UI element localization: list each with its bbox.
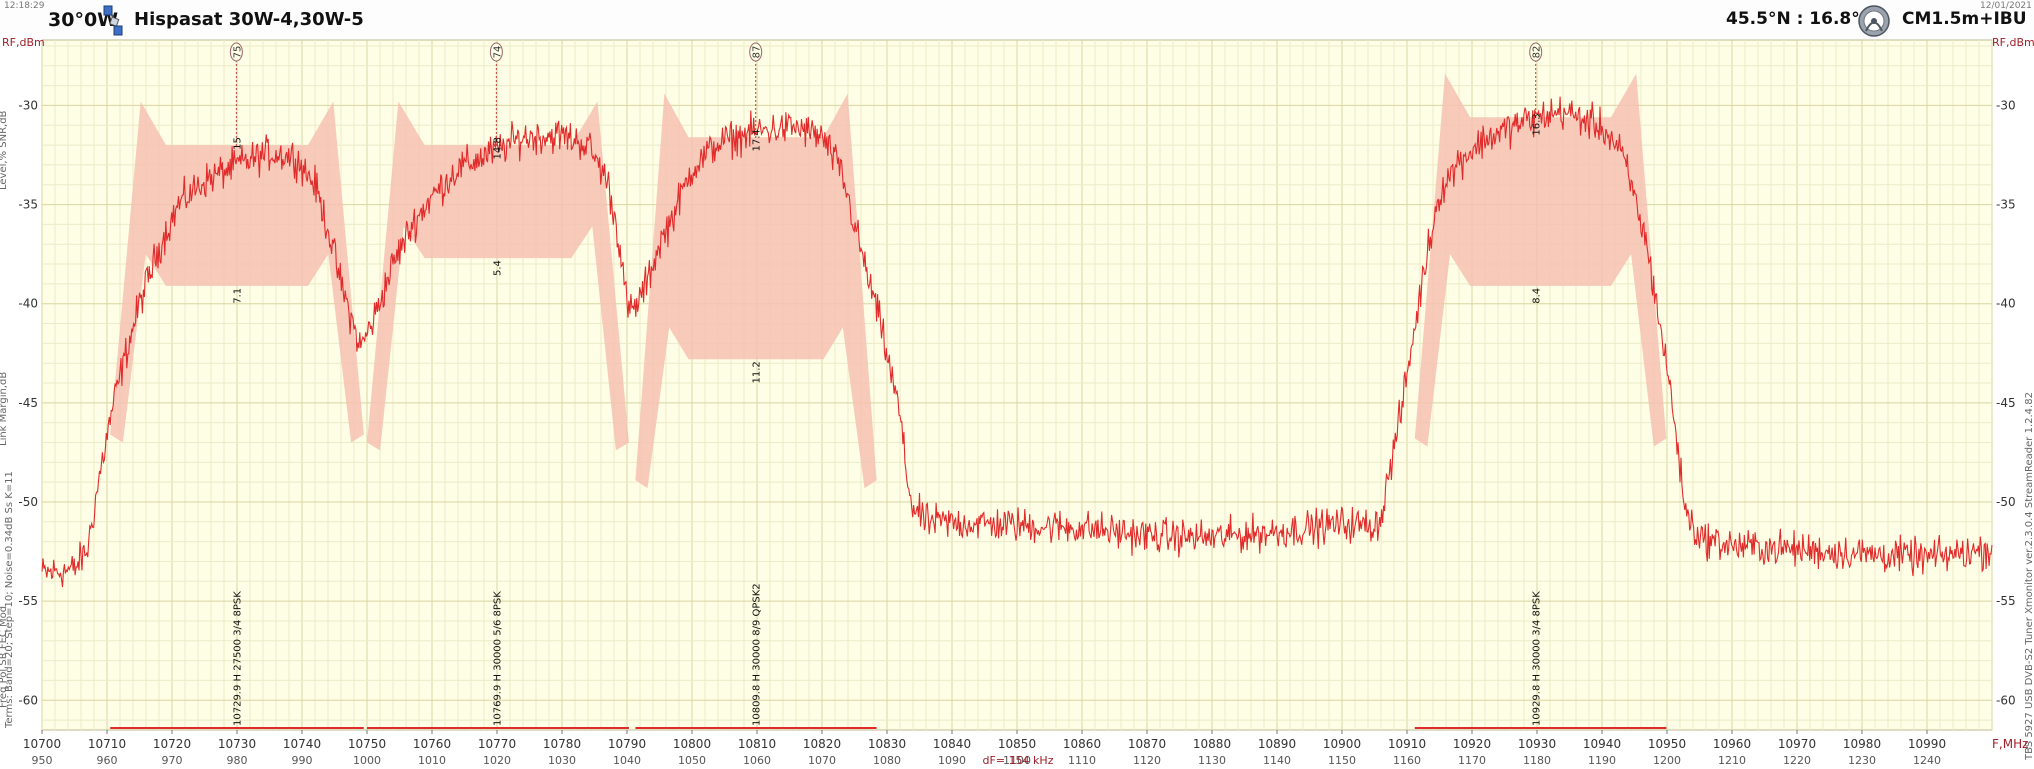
x-tick-label: 10960	[1713, 737, 1751, 751]
x-tick-label: 10910	[1388, 737, 1426, 751]
if-tick-label: 1180	[1523, 754, 1551, 767]
if-tick-label: 1130	[1198, 754, 1226, 767]
y-tick-right: -50	[1996, 495, 2016, 509]
x-tick-label: 10770	[478, 737, 516, 751]
x-tick-label: 10970	[1778, 737, 1816, 751]
x-tick-label: 10890	[1258, 737, 1296, 751]
x-tick-label: 10780	[543, 737, 581, 751]
level-value-1: 75	[232, 46, 243, 59]
if-tick-label: 980	[227, 754, 248, 767]
x-tick-label: 10850	[998, 737, 1036, 751]
x-tick-label: 10820	[803, 737, 841, 751]
x-tick-label: 10880	[1193, 737, 1231, 751]
snr-value-2: 14.8	[492, 137, 503, 159]
y-tick-left: -35	[18, 198, 38, 212]
if-tick-label: 1190	[1588, 754, 1616, 767]
x-tick-label: 10930	[1518, 737, 1556, 751]
if-tick-label: 1230	[1848, 754, 1876, 767]
x-tick-label: 10900	[1323, 737, 1361, 751]
transponder-params-2: 10769.9 H 30000 5/6 8PSK	[492, 591, 503, 726]
snr-value-3: 17.4	[752, 129, 763, 151]
x-tick-label: 10980	[1843, 737, 1881, 751]
y-tick-right: -45	[1996, 396, 2016, 410]
y-tick-left: -50	[18, 495, 38, 509]
x-tick-label: 10830	[868, 737, 906, 751]
x-tick-label: 10950	[1648, 737, 1686, 751]
snr-value-4: 16.3	[1532, 113, 1543, 135]
if-tick-label: 1090	[938, 754, 966, 767]
spectrum-analyzer-window: 12:18:29 12/01/2021 30°0W Hispasat 30W-4…	[0, 0, 2034, 769]
x-tick-label: 10990	[1908, 737, 1946, 751]
if-tick-label: 1060	[743, 754, 771, 767]
if-tick-label: 960	[97, 754, 118, 767]
transponder-params-1: 10729.9 H 27500 3/4 8PSK	[232, 591, 243, 726]
if-tick-label: 1210	[1718, 754, 1746, 767]
level-value-4: 82	[1532, 46, 1543, 59]
y-tick-left: -60	[18, 693, 38, 707]
x-tick-label: 10790	[608, 737, 646, 751]
margin-value-2: 5.4	[492, 260, 503, 276]
spectrum-chart: 75 15 7.1 10729.9 H 27500 3/4 8PSK 74 14.8 5.4…	[2, 36, 2034, 767]
transponder-params-4: 10929.8 H 30000 3/4 8PSK	[1532, 591, 1543, 726]
x-tick-label: 10860	[1063, 737, 1101, 751]
y-tick-right: -40	[1996, 297, 2016, 311]
if-tick-label: 1070	[808, 754, 836, 767]
margin-value-4: 8.4	[1532, 288, 1543, 304]
if-tick-label: 1160	[1393, 754, 1421, 767]
margin-value-3: 11.2	[752, 361, 763, 383]
level-value-3: 87	[752, 46, 763, 59]
y-tick-left: -45	[18, 396, 38, 410]
x-tick-label: 10700	[23, 737, 61, 751]
y-tick-right: -30	[1996, 98, 2016, 112]
y-tick-left: -55	[18, 594, 38, 608]
if-tick-label: 1200	[1653, 754, 1681, 767]
transponder-params-3: 10809.8 H 30000 8/9 QPSK2	[752, 583, 763, 726]
x-tick-label: 10710	[88, 737, 126, 751]
x-tick-label: 10870	[1128, 737, 1166, 751]
y-tick-right: -35	[1996, 198, 2016, 212]
if-tick-label: 1140	[1263, 754, 1291, 767]
y-tick-left: -40	[18, 297, 38, 311]
if-tick-label: 1050	[678, 754, 706, 767]
if-tick-label: 950	[32, 754, 53, 767]
y-axis-label-right: RF,dBm	[1992, 36, 2034, 49]
x-tick-label: 10740	[283, 737, 321, 751]
if-tick-label: 1080	[873, 754, 901, 767]
if-tick-label: 1020	[483, 754, 511, 767]
if-tick-label: 1170	[1458, 754, 1486, 767]
if-tick-label: 1000	[353, 754, 381, 767]
x-tick-label: 10810	[738, 737, 776, 751]
x-tick-label: 10730	[218, 737, 256, 751]
if-tick-label: 1030	[548, 754, 576, 767]
y-tick-right: -60	[1996, 693, 2016, 707]
if-tick-label: 1120	[1133, 754, 1161, 767]
margin-value-1: 7.1	[232, 288, 243, 304]
snr-value-1: 15	[232, 137, 243, 150]
df-label: dF= 154 kHz	[983, 754, 1054, 767]
x-axis-label: F,MHz	[1992, 737, 2028, 751]
if-tick-label: 1040	[613, 754, 641, 767]
if-tick-label: 1010	[418, 754, 446, 767]
if-tick-label: 1240	[1913, 754, 1941, 767]
x-tick-label: 10760	[413, 737, 451, 751]
x-tick-label: 10920	[1453, 737, 1491, 751]
if-tick-label: 970	[162, 754, 183, 767]
x-tick-label: 10800	[673, 737, 711, 751]
level-value-2: 74	[492, 46, 503, 59]
if-tick-label: 1110	[1068, 754, 1096, 767]
if-tick-label: 1220	[1783, 754, 1811, 767]
x-tick-label: 10750	[348, 737, 386, 751]
x-tick-label: 10940	[1583, 737, 1621, 751]
if-tick-label: 990	[292, 754, 313, 767]
x-tick-label: 10840	[933, 737, 971, 751]
y-tick-right: -55	[1996, 594, 2016, 608]
x-tick-label: 10720	[153, 737, 191, 751]
if-tick-label: 1150	[1328, 754, 1356, 767]
y-axis-label-left: RF,dBm	[2, 36, 45, 49]
y-tick-left: -30	[18, 98, 38, 112]
